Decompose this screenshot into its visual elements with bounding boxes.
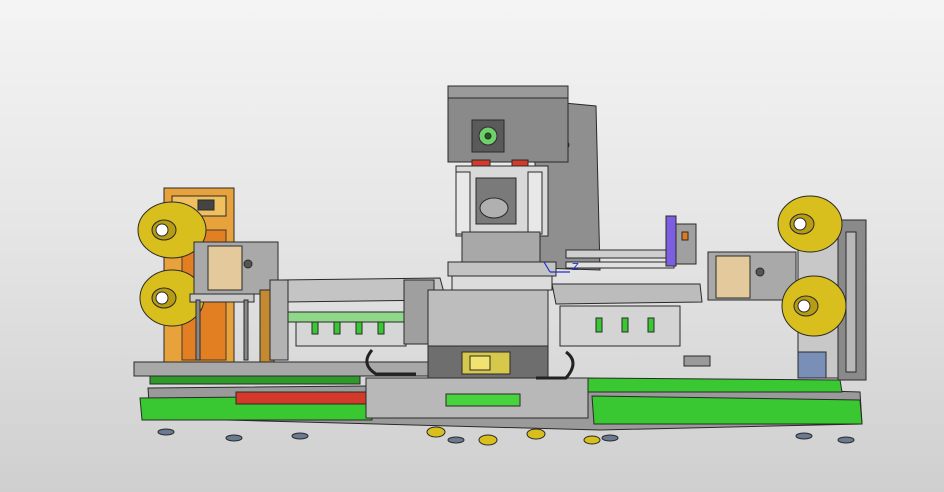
leveling-feet bbox=[157, 428, 855, 444]
cad-viewport[interactable]: Z bbox=[0, 0, 944, 492]
reel-icon bbox=[781, 275, 847, 337]
left-conveyor bbox=[269, 277, 447, 376]
machine-model-render bbox=[133, 85, 867, 446]
right-feeder bbox=[707, 195, 867, 381]
left-feeder bbox=[137, 187, 279, 363]
triad-axis-label: Z bbox=[572, 262, 579, 273]
reel-icon bbox=[777, 195, 843, 253]
motor-icon bbox=[471, 119, 505, 153]
